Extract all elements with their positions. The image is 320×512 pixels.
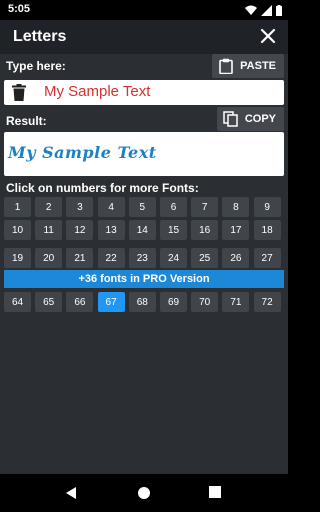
app-bar: Letters	[0, 20, 288, 54]
font-button-18[interactable]: 18	[253, 220, 281, 240]
font-button-26[interactable]: 26	[222, 248, 250, 268]
clipboard-icon	[219, 58, 233, 74]
paste-button[interactable]: PASTE	[212, 54, 284, 78]
wifi-icon	[245, 5, 257, 15]
font-button-11[interactable]: 11	[35, 220, 63, 240]
status-icons	[245, 4, 282, 16]
font-button-13[interactable]: 13	[97, 220, 125, 240]
result-value: My Sample Text	[8, 143, 157, 162]
nav-bar	[0, 474, 288, 512]
copy-icon	[223, 111, 238, 127]
font-button-14[interactable]: 14	[128, 220, 156, 240]
close-icon[interactable]	[260, 28, 276, 44]
font-button-1[interactable]: 1	[4, 197, 31, 217]
font-button-15[interactable]: 15	[160, 220, 187, 240]
font-button-5[interactable]: 5	[128, 197, 156, 217]
font-button-7[interactable]: 7	[191, 197, 219, 217]
font-button-65[interactable]: 65	[35, 292, 63, 312]
font-button-27[interactable]: 27	[253, 248, 281, 268]
font-button-21[interactable]: 21	[66, 248, 94, 268]
paste-label: PASTE	[240, 60, 276, 72]
font-button-64[interactable]: 64	[4, 292, 31, 312]
font-button-17[interactable]: 17	[222, 220, 250, 240]
result-label: Result:	[6, 114, 47, 128]
font-button-8[interactable]: 8	[222, 197, 250, 217]
home-icon[interactable]	[137, 486, 151, 500]
app-title: Letters	[13, 28, 67, 45]
input-value: My Sample Text	[44, 83, 151, 100]
app-screen: Letters Type here: PASTE My Sample Text …	[0, 20, 288, 474]
font-button-23[interactable]: 23	[128, 248, 156, 268]
font-button-10[interactable]: 10	[4, 220, 31, 240]
trash-icon[interactable]	[12, 84, 26, 101]
font-button-20[interactable]: 20	[35, 248, 63, 268]
font-button-2[interactable]: 2	[35, 197, 63, 217]
font-button-6[interactable]: 6	[160, 197, 187, 217]
battery-icon	[276, 4, 282, 16]
pro-version-banner[interactable]: +36 fonts in PRO Version	[4, 270, 284, 288]
status-bar: 5:05	[0, 0, 288, 20]
copy-label: COPY	[244, 113, 276, 125]
recents-icon[interactable]	[209, 486, 221, 498]
font-button-16[interactable]: 16	[191, 220, 219, 240]
font-button-4[interactable]: 4	[97, 197, 125, 217]
font-button-9[interactable]: 9	[253, 197, 281, 217]
result-box: My Sample Text	[4, 132, 284, 176]
font-button-25[interactable]: 25	[191, 248, 219, 268]
back-icon[interactable]	[64, 486, 78, 500]
font-button-3[interactable]: 3	[66, 197, 94, 217]
font-button-72[interactable]: 72	[253, 292, 281, 312]
text-input[interactable]: My Sample Text	[4, 80, 284, 105]
font-button-19[interactable]: 19	[4, 248, 31, 268]
copy-button[interactable]: COPY	[216, 107, 284, 131]
font-button-12[interactable]: 12	[66, 220, 94, 240]
status-time: 5:05	[8, 3, 31, 15]
font-button-24[interactable]: 24	[160, 248, 187, 268]
font-button-66[interactable]: 66	[66, 292, 94, 312]
input-label: Type here:	[6, 59, 66, 73]
font-button-71[interactable]: 71	[222, 292, 250, 312]
font-button-70[interactable]: 70	[191, 292, 219, 312]
signal-icon	[261, 4, 272, 16]
font-button-67[interactable]: 67	[97, 292, 125, 312]
font-button-69[interactable]: 69	[160, 292, 187, 312]
fonts-label: Click on numbers for more Fonts:	[6, 181, 199, 195]
font-button-68[interactable]: 68	[128, 292, 156, 312]
font-button-22[interactable]: 22	[97, 248, 125, 268]
